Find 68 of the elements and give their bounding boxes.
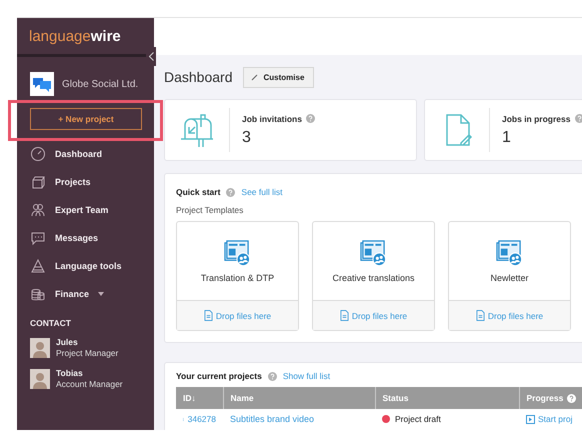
contact-name: Tobias <box>56 368 84 379</box>
contact-role: Project Manager <box>56 348 118 359</box>
section-subtitle: Project Templates <box>176 205 244 215</box>
nav-item[interactable]: Language tools <box>17 252 154 280</box>
avatar-icon <box>30 369 50 389</box>
page-title: Dashboard <box>164 69 232 85</box>
company-logo-icon <box>30 72 54 96</box>
help-icon[interactable] <box>567 394 576 402</box>
new-project-button[interactable]: + New project <box>30 108 142 130</box>
help-icon[interactable] <box>306 114 315 123</box>
panel-title: Quick start <box>176 187 220 197</box>
status-text: Project draft <box>395 414 441 424</box>
drop-zone[interactable]: Drop files here <box>449 300 570 330</box>
nav-item[interactable]: Finance <box>17 280 154 308</box>
template-icon <box>496 240 523 266</box>
project-name-link[interactable]: Subtitles brand video <box>230 414 314 424</box>
template-icon <box>360 240 387 266</box>
nav-item[interactable]: Expert Team <box>17 196 154 224</box>
stat-label: Jobs in progress <box>502 114 570 124</box>
drop-label: Drop files here <box>216 310 272 320</box>
contact-name: Jules <box>56 337 79 348</box>
template-name: Creative translations <box>332 272 415 282</box>
avatar-icon <box>30 338 50 358</box>
show-full-list-link[interactable]: Show full list <box>282 371 330 381</box>
pencil-icon <box>250 73 258 81</box>
see-full-list-link[interactable]: See full list <box>241 187 283 197</box>
template-card[interactable]: Newletter Drop files here <box>448 221 571 331</box>
template-name: Translation & DTP <box>200 272 274 282</box>
panel-title: Your current projects <box>176 371 262 381</box>
stat-label: Job invitations <box>242 114 302 124</box>
stat-value: 3 <box>242 128 252 146</box>
template-icon <box>224 240 251 266</box>
nav-item[interactable]: Projects <box>17 168 154 196</box>
template-card[interactable]: Creative translations Drop files here <box>312 221 435 331</box>
column-header[interactable]: Status <box>375 387 519 409</box>
file-icon <box>204 310 213 321</box>
drop-zone[interactable]: Drop files here <box>313 300 434 330</box>
letter-icon <box>30 258 46 274</box>
stat-value: 1 <box>502 128 512 146</box>
contact-heading: CONTACT <box>30 318 72 328</box>
play-icon <box>526 414 535 424</box>
column-header[interactable]: Name <box>223 387 375 409</box>
file-icon <box>476 310 485 321</box>
help-icon[interactable] <box>226 188 236 196</box>
company-name: Globe Social Ltd. <box>62 78 138 90</box>
chat-icon <box>30 230 46 246</box>
nav-item[interactable]: Messages <box>17 224 154 252</box>
coins-icon <box>30 286 46 302</box>
nav-item[interactable]: Dashboard <box>17 140 154 168</box>
start-project-link[interactable]: Start proj <box>538 414 572 424</box>
box-icon <box>30 174 46 190</box>
team-icon <box>30 202 46 218</box>
chevron-icon <box>148 52 154 61</box>
drop-label: Drop files here <box>352 310 408 320</box>
project-id-link[interactable]: 346278 <box>188 414 216 424</box>
template-card[interactable]: Translation & DTP Drop files here <box>176 221 299 331</box>
help-icon[interactable] <box>268 372 277 380</box>
column-header[interactable]: Progress <box>519 387 582 409</box>
template-name: Newletter <box>490 272 528 282</box>
file-icon <box>340 310 349 321</box>
contact-role: Account Manager <box>56 379 123 390</box>
mailbox-icon <box>179 113 215 147</box>
drop-zone[interactable]: Drop files here <box>177 300 298 330</box>
help-icon[interactable] <box>574 114 582 123</box>
drop-label: Drop files here <box>488 310 544 320</box>
column-header[interactable]: ID↓ <box>176 387 223 409</box>
gauge-icon <box>30 146 46 162</box>
customise-button[interactable]: Customise <box>242 66 314 88</box>
